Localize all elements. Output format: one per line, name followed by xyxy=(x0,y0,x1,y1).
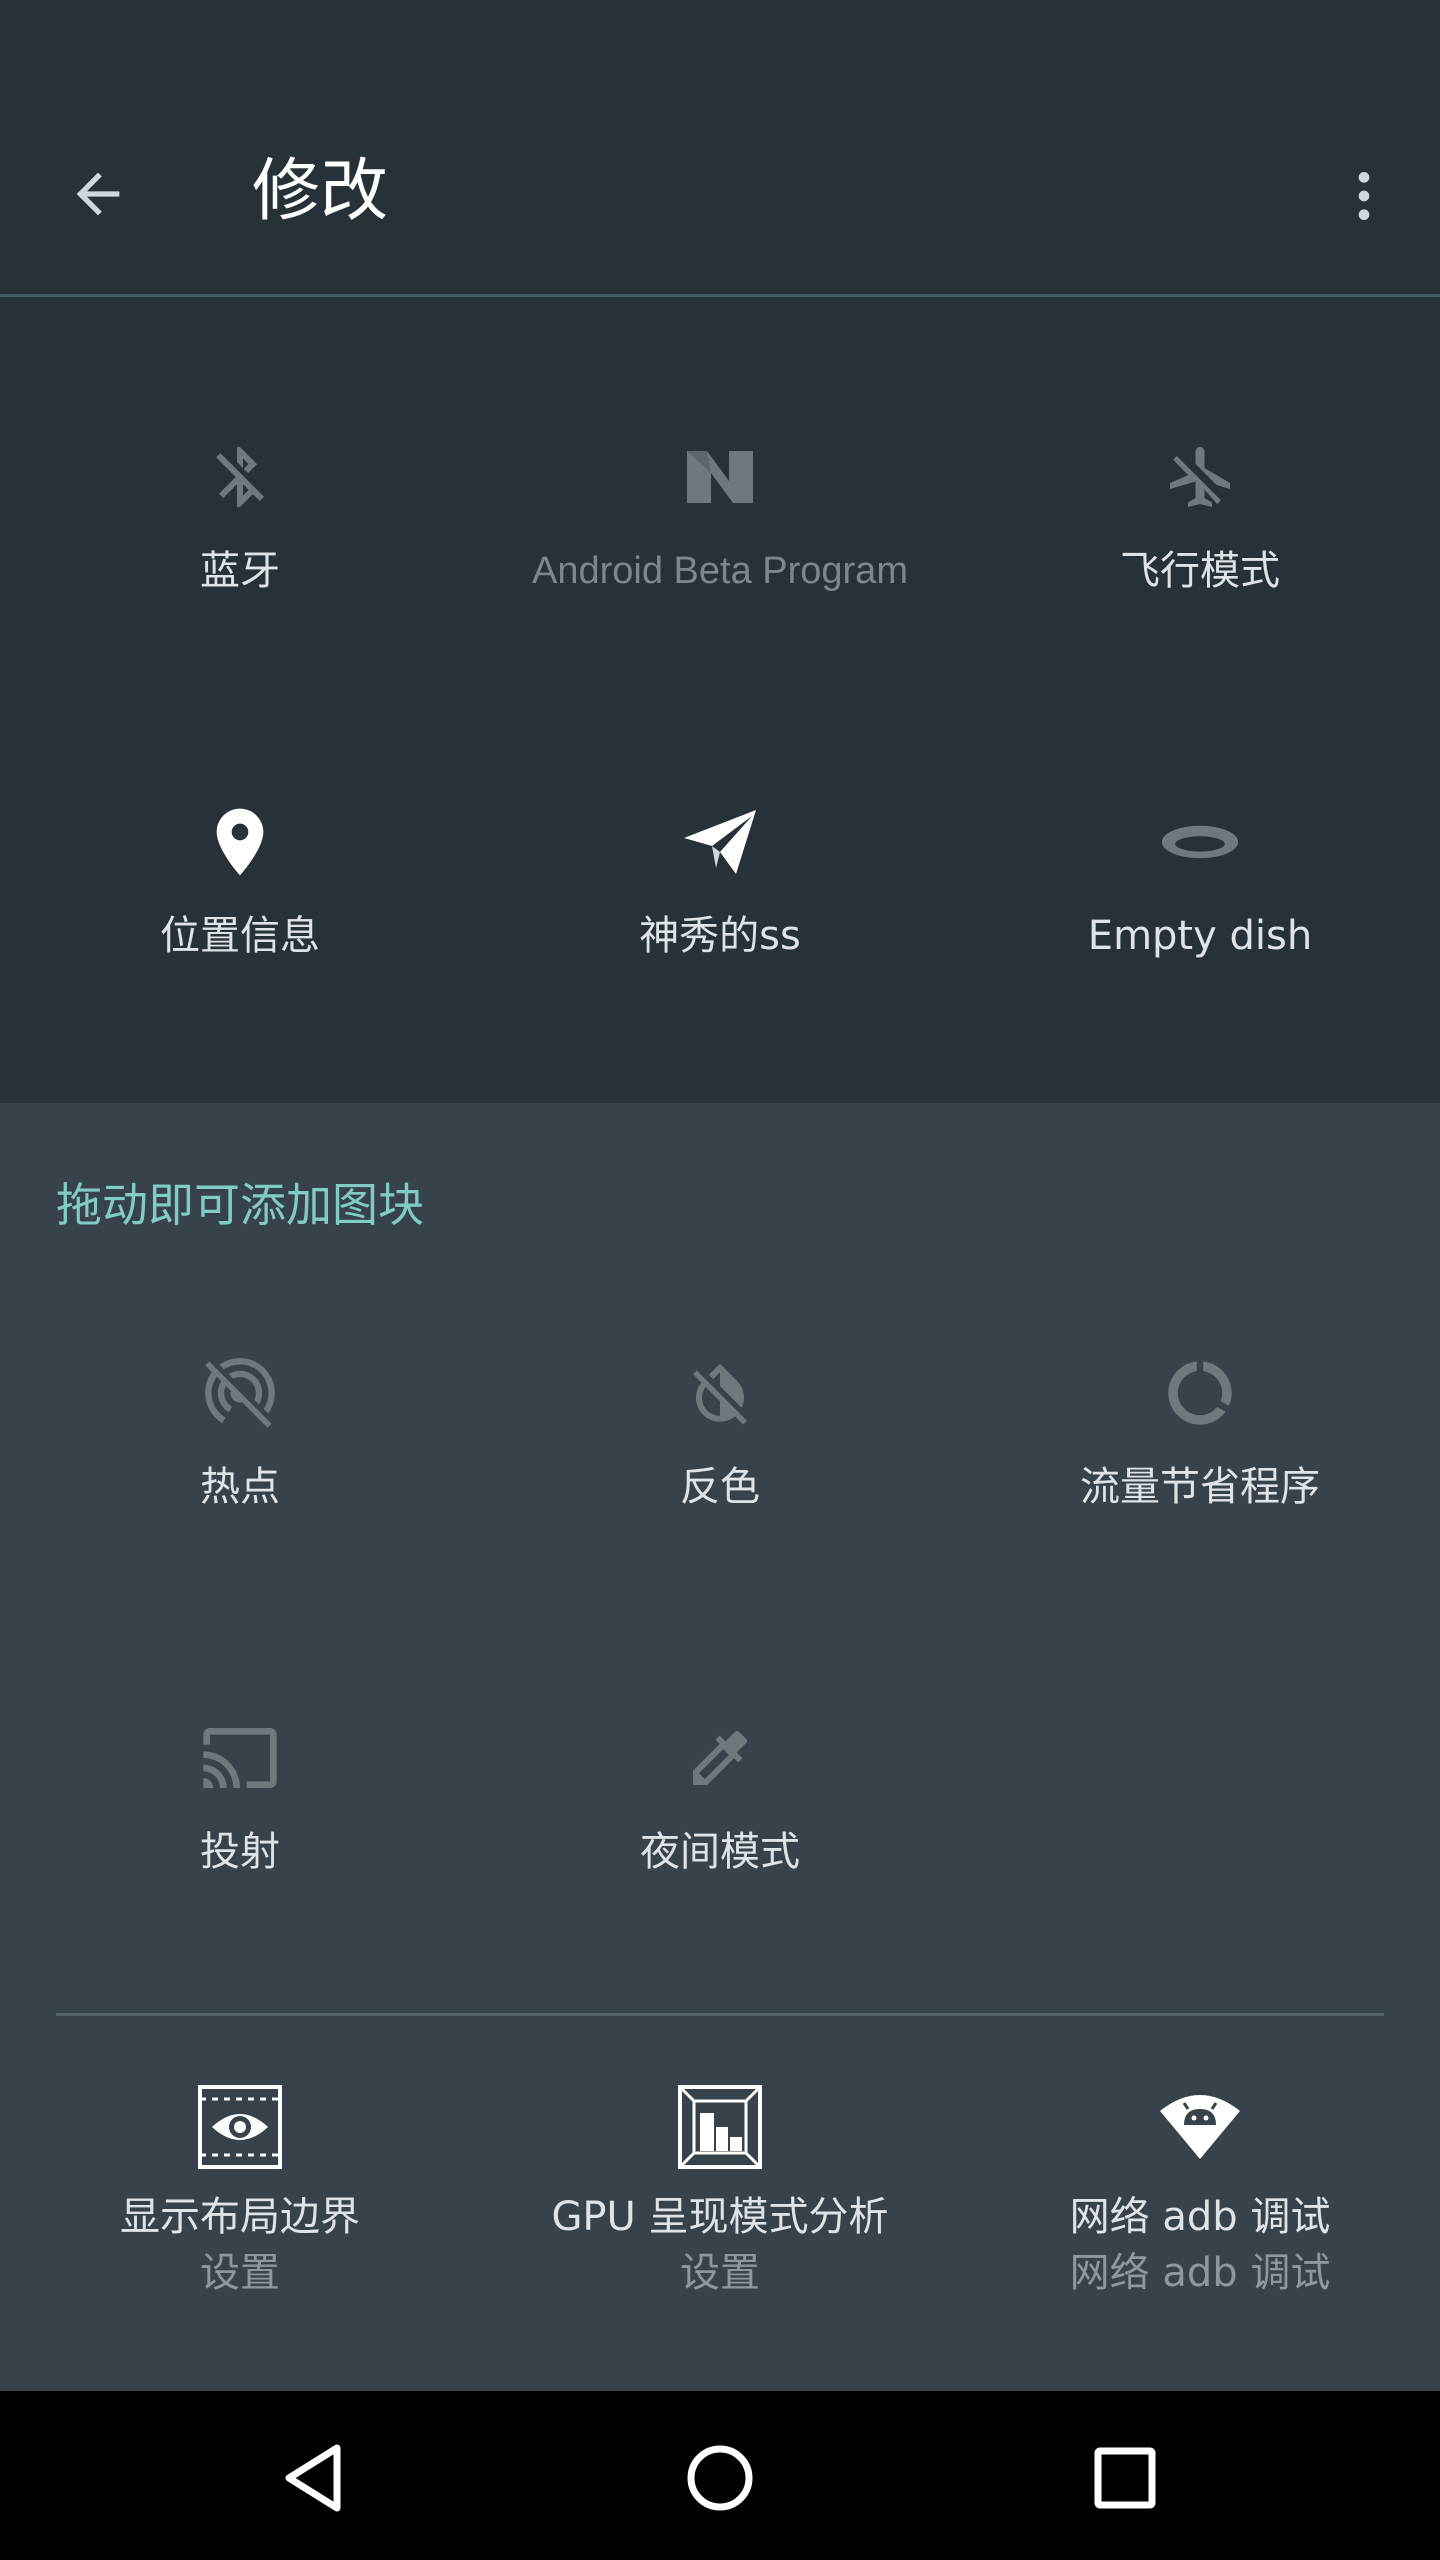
tile-airplane-mode[interactable]: 飞行模式 xyxy=(960,437,1440,697)
cast-icon xyxy=(200,1718,280,1798)
arrow-back-icon xyxy=(76,172,120,216)
tile-sublabel: 网络 adb 调试 xyxy=(1069,2250,1331,2296)
adb-wifi-icon xyxy=(1156,2083,1244,2171)
tile-label: 夜间模式 xyxy=(640,1829,800,1875)
tile-label: 蓝牙 xyxy=(200,548,280,594)
tile-bluetooth[interactable]: 蓝牙 xyxy=(0,437,480,697)
more-vert-icon xyxy=(1358,172,1370,220)
bluetooth-off-icon xyxy=(200,437,280,517)
airplane-off-icon xyxy=(1160,437,1240,517)
gpu-profile-icon xyxy=(676,2083,764,2171)
android-n-icon xyxy=(680,437,760,517)
tile-label: Empty dish xyxy=(1087,913,1313,959)
tile-cast[interactable]: 投射 xyxy=(0,1718,480,1978)
tile-label: 热点 xyxy=(200,1464,280,1510)
app-bar: 修改 xyxy=(0,96,1440,294)
tile-hotspot[interactable]: 热点 xyxy=(0,1353,480,1613)
nav-back-button[interactable] xyxy=(260,2423,370,2533)
tile-night-mode[interactable]: 夜间模式 xyxy=(480,1718,960,1978)
tile-invert-colors[interactable]: 反色 xyxy=(480,1353,960,1613)
tile-label: 位置信息 xyxy=(160,913,320,959)
section-header: 拖动即可添加图块 xyxy=(56,1178,424,1232)
nav-recents-icon xyxy=(1094,2447,1156,2509)
overflow-menu-button[interactable] xyxy=(1320,152,1408,240)
status-bar xyxy=(0,0,1440,96)
tile-label: 流量节省程序 xyxy=(1080,1464,1320,1510)
paper-plane-icon xyxy=(680,802,760,882)
tile-location[interactable]: 位置信息 xyxy=(0,802,480,1062)
hotspot-off-icon xyxy=(200,1353,280,1433)
tile-sublabel: 设置 xyxy=(680,2250,760,2296)
tile-label: 反色 xyxy=(680,1464,760,1510)
available-tiles-panel: 拖动即可添加图块 热点 反色 流量节省程序 投射 夜间模式 显示布局边界 设置 … xyxy=(0,1103,1440,2391)
tile-empty-dish[interactable]: Empty dish xyxy=(960,802,1440,1062)
location-pin-icon xyxy=(200,802,280,882)
back-button[interactable] xyxy=(52,148,144,240)
invert-colors-off-icon xyxy=(680,1353,760,1433)
eyedropper-icon xyxy=(680,1718,760,1798)
tile-gpu-profile[interactable]: GPU 呈现模式分析 设置 xyxy=(480,2083,960,2343)
tile-layout-bounds[interactable]: 显示布局边界 设置 xyxy=(0,2083,480,2343)
page-title: 修改 xyxy=(252,152,389,231)
tile-label: 投射 xyxy=(200,1829,280,1875)
tile-sublabel: 设置 xyxy=(200,2250,280,2296)
nav-recents-button[interactable] xyxy=(1070,2423,1180,2533)
nav-home-icon xyxy=(687,2445,753,2511)
navigation-bar xyxy=(0,2391,1440,2560)
tile-data-saver[interactable]: 流量节省程序 xyxy=(960,1353,1440,1613)
tile-label: 神秀的ss xyxy=(639,913,801,959)
tile-label: 飞行模式 xyxy=(1120,548,1280,594)
tile-label: 显示布局边界 xyxy=(120,2194,360,2240)
section-divider xyxy=(56,2013,1384,2016)
tile-label: GPU 呈现模式分析 xyxy=(551,2194,889,2240)
data-saver-icon xyxy=(1160,1353,1240,1433)
layout-bounds-icon xyxy=(196,2083,284,2171)
nav-back-icon xyxy=(285,2444,341,2512)
tile-shadowsocks[interactable]: 神秀的ss xyxy=(480,802,960,1062)
tile-adb-wifi[interactable]: 网络 adb 调试 网络 adb 调试 xyxy=(960,2083,1440,2343)
active-tiles-panel: 蓝牙 Android Beta Program 飞行模式 位置信息 神秀的ss … xyxy=(0,297,1440,1103)
nav-home-button[interactable] xyxy=(665,2423,775,2533)
empty-dish-icon xyxy=(1160,802,1240,882)
tile-label: 网络 adb 调试 xyxy=(1069,2194,1331,2240)
tile-android-beta[interactable]: Android Beta Program xyxy=(480,437,960,697)
tile-label: Android Beta Program xyxy=(532,550,908,592)
